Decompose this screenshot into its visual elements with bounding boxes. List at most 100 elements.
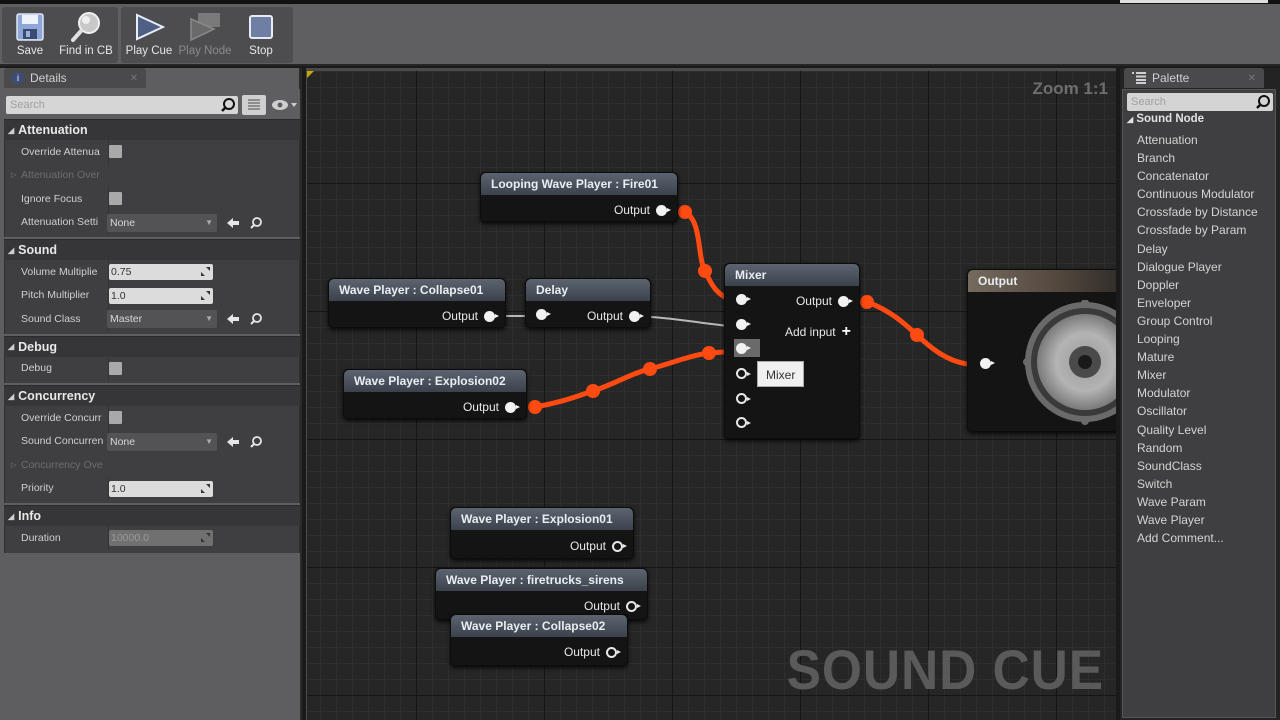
browse-search-icon[interactable]: [249, 312, 263, 326]
section-header-concurrency[interactable]: ◢ Concurrency: [4, 385, 300, 406]
use-selected-arrow-icon[interactable]: [226, 435, 240, 449]
tab-details[interactable]: i Details ✕: [4, 68, 146, 88]
output-pin[interactable]: [656, 204, 671, 216]
search-icon[interactable]: [220, 97, 236, 113]
wire-knot[interactable]: [528, 400, 542, 414]
palette-item[interactable]: Concatenator: [1137, 167, 1277, 185]
property-checkbox[interactable]: [109, 361, 122, 375]
close-tab-icon[interactable]: ✕: [1248, 73, 1256, 84]
output-pin[interactable]: [505, 401, 520, 413]
asset-dropdown[interactable]: None ▼: [107, 432, 217, 451]
output-pin[interactable]: [629, 310, 644, 322]
node-output[interactable]: Output: [967, 269, 1116, 432]
details-search-input[interactable]: [10, 99, 210, 111]
output-pin[interactable]: [612, 540, 627, 552]
wire-knot[interactable]: [678, 205, 692, 219]
drag-spin-icon[interactable]: [201, 483, 210, 493]
wire-knot[interactable]: [586, 384, 600, 398]
wire-knot[interactable]: [702, 346, 716, 360]
asset-dropdown[interactable]: Master ▼: [107, 310, 217, 328]
play-cue-button[interactable]: Play Cue: [121, 7, 177, 63]
palette-item[interactable]: Enveloper: [1137, 294, 1277, 312]
add-input-button[interactable]: Add input +: [785, 324, 851, 340]
palette-item[interactable]: Switch: [1137, 475, 1277, 493]
palette-item[interactable]: Branch: [1137, 149, 1277, 167]
palette-item[interactable]: Add Comment...: [1137, 529, 1277, 547]
node-wave-player-collapse02[interactable]: Wave Player : Collapse02 Output: [450, 614, 628, 666]
drag-spin-icon[interactable]: [201, 533, 210, 542]
use-selected-arrow-icon[interactable]: [226, 216, 240, 230]
palette-item[interactable]: Delay: [1137, 240, 1277, 258]
input-pin[interactable]: [736, 343, 751, 354]
palette-item[interactable]: Wave Param: [1137, 493, 1277, 511]
palette-search-input[interactable]: [1131, 96, 1249, 108]
browse-search-icon[interactable]: [249, 435, 263, 449]
property-checkbox[interactable]: [109, 145, 122, 158]
palette-item[interactable]: Mixer: [1137, 366, 1277, 384]
numeric-input[interactable]: 0.75: [109, 264, 213, 280]
input-pin[interactable]: [736, 319, 751, 330]
expand-arrow-icon[interactable]: ▷: [11, 461, 16, 469]
numeric-input[interactable]: 1.0: [109, 287, 213, 304]
tab-palette[interactable]: Palette ✕: [1124, 68, 1264, 88]
play-node-button[interactable]: Play Node: [177, 7, 233, 63]
palette-item[interactable]: Group Control: [1137, 312, 1277, 330]
palette-item[interactable]: Random: [1137, 439, 1277, 457]
input-pin[interactable]: [736, 294, 751, 305]
palette-item[interactable]: Looping: [1137, 330, 1277, 348]
node-delay[interactable]: Delay Output: [525, 278, 651, 328]
find-in-cb-button[interactable]: Find in CB: [58, 7, 114, 63]
sound-cue-graph[interactable]: Zoom 1:1 SOUND CUE Looping Wave Player :…: [306, 68, 1116, 720]
drag-spin-icon[interactable]: [201, 267, 210, 276]
save-button[interactable]: Save: [2, 7, 58, 63]
palette-item[interactable]: Crossfade by Param: [1137, 221, 1277, 239]
palette-item[interactable]: Oscillator: [1137, 402, 1277, 420]
output-pin[interactable]: [484, 310, 499, 322]
property-checkbox[interactable]: [109, 411, 122, 424]
wire-knot[interactable]: [698, 264, 712, 278]
section-header-attenuation[interactable]: ◢ Attenuation: [4, 119, 300, 140]
palette-item[interactable]: SoundClass: [1137, 457, 1277, 475]
search-icon[interactable]: [1255, 94, 1271, 110]
node-mixer[interactable]: Mixer Output Add input +: [724, 263, 860, 439]
property-matrix-button[interactable]: [242, 95, 266, 115]
input-pin[interactable]: [536, 309, 551, 320]
node-wave-player-explosion01[interactable]: Wave Player : Explosion01 Output: [450, 507, 634, 559]
node-wave-player-explosion02[interactable]: Wave Player : Explosion02 Output: [343, 369, 527, 419]
node-looping-wave-player-fire01[interactable]: Looping Wave Player : Fire01 Output: [480, 172, 678, 222]
wire-knot[interactable]: [910, 328, 924, 342]
numeric-input[interactable]: 1.0: [109, 480, 213, 497]
expand-arrow-icon[interactable]: ▷: [11, 171, 16, 179]
asset-dropdown[interactable]: None ▼: [107, 213, 217, 232]
palette-category-sound-node[interactable]: ◢ Sound Node: [1127, 113, 1204, 125]
section-header-debug[interactable]: ◢ Debug: [4, 335, 300, 357]
browse-search-icon[interactable]: [249, 216, 263, 230]
palette-item[interactable]: Quality Level: [1137, 421, 1277, 439]
palette-item[interactable]: Crossfade by Distance: [1137, 203, 1277, 221]
use-selected-arrow-icon[interactable]: [226, 312, 240, 326]
output-pin[interactable]: [606, 646, 621, 658]
palette-item[interactable]: Attenuation: [1137, 131, 1277, 149]
section-header-info[interactable]: ◢ Info: [4, 505, 300, 526]
palette-item[interactable]: Modulator: [1137, 384, 1277, 402]
section-header-sound[interactable]: ◢ Sound: [4, 239, 300, 260]
input-pin[interactable]: [980, 358, 995, 369]
input-pin[interactable]: [736, 393, 751, 404]
wire-knot[interactable]: [860, 295, 874, 309]
output-pin[interactable]: [626, 600, 641, 612]
output-pin[interactable]: [838, 295, 853, 307]
stop-button[interactable]: Stop: [233, 7, 289, 63]
palette-item[interactable]: Doppler: [1137, 276, 1277, 294]
palette-item[interactable]: Mature: [1137, 348, 1277, 366]
palette-item[interactable]: Dialogue Player: [1137, 258, 1277, 276]
node-wave-player-firetrucks-sirens[interactable]: Wave Player : firetrucks_sirens Output: [435, 568, 648, 620]
input-pin[interactable]: [736, 368, 751, 379]
wire-knot[interactable]: [643, 362, 657, 376]
view-options-button[interactable]: [270, 97, 300, 113]
palette-item[interactable]: Continuous Modulator: [1137, 185, 1277, 203]
property-checkbox[interactable]: [109, 192, 122, 205]
drag-spin-icon[interactable]: [201, 290, 210, 300]
node-wave-player-collapse01[interactable]: Wave Player : Collapse01 Output: [328, 278, 506, 328]
input-pin[interactable]: [736, 417, 751, 428]
palette-item[interactable]: Wave Player: [1137, 511, 1277, 529]
